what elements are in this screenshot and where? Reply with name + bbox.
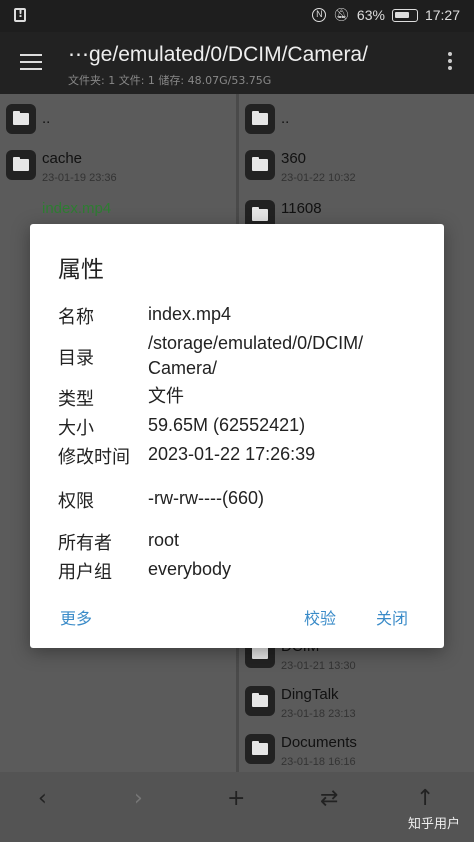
file-name: index.mp4 [42, 200, 112, 217]
file-date: 23-01-19 23:36 [42, 172, 117, 184]
file-date: 23-01-18 16:16 [281, 756, 356, 768]
battery-percent: 63% [356, 7, 385, 23]
watermark: 知乎用户 [407, 817, 460, 832]
status-bar: N 🔕︎ 63% 17:27 [0, 0, 474, 32]
prop-label-type: 类型 [58, 389, 94, 410]
prop-label-size: 大小 [58, 418, 94, 439]
folder-icon [245, 686, 275, 716]
nfc-icon: N [312, 8, 327, 22]
battery-icon [391, 8, 418, 22]
file-date: 23-01-22 10:32 [281, 172, 356, 184]
list-item[interactable]: DingTalk 23-01-18 23:13 [239, 682, 474, 732]
prop-value-dir: /storage/emulated/0/DCIM/ [148, 333, 364, 353]
prop-label-dir: 目录 [58, 348, 94, 369]
sim-alert-icon [14, 7, 26, 22]
file-name: 360 [281, 150, 307, 167]
file-name: .. [42, 110, 51, 127]
file-name: DingTalk [281, 686, 339, 703]
prop-value-size: 59.65M (62552421) [148, 415, 306, 435]
prop-value-type: 文件 [148, 386, 184, 406]
swap-panes-icon[interactable]: ⇄ [320, 786, 338, 811]
prop-value-mtime: 2023-01-22 17:26:39 [148, 444, 316, 464]
storage-info: 文件夹: 1 文件: 1 储存: 48.07G/53.75G [68, 74, 272, 87]
parent-folder-icon[interactable]: ↑ [416, 786, 434, 811]
mute-bell-icon: 🔕︎ [333, 7, 350, 22]
properties-dialog: 属性 名称 index.mp4 目录 /storage/emulated/0/D… [30, 224, 444, 648]
prop-value-owner: root [148, 530, 180, 550]
prop-value-dir-cont: Camera/ [148, 358, 218, 378]
add-icon[interactable]: + [227, 786, 245, 811]
file-name: cache [42, 150, 83, 167]
file-name: Documents [281, 734, 357, 751]
folder-icon [6, 150, 36, 180]
prop-label-owner: 所有者 [58, 533, 112, 554]
more-button[interactable]: 更多 [60, 605, 92, 629]
hamburger-menu-icon[interactable] [20, 54, 42, 70]
file-date: 23-01-18 23:13 [281, 708, 356, 720]
close-button[interactable]: 关闭 [376, 605, 408, 629]
prop-value-group: everybody [148, 559, 232, 579]
bottom-nav: ‹ › + ⇄ ↑ 知乎用户 [0, 772, 474, 842]
prop-label-name: 名称 [58, 307, 94, 328]
verify-button[interactable]: 校验 [304, 605, 336, 629]
folder-icon [6, 104, 36, 134]
prop-value-perm: -rw-rw----(660) [148, 488, 264, 508]
list-item[interactable]: cache 23-01-19 23:36 [0, 146, 236, 196]
file-name: .. [281, 110, 290, 127]
more-options-icon[interactable] [448, 52, 452, 73]
folder-icon [245, 150, 275, 180]
dialog-title: 属性 [58, 257, 104, 283]
prop-label-mtime: 修改时间 [58, 447, 130, 468]
prop-label-group: 用户组 [58, 562, 112, 583]
forward-icon[interactable]: › [134, 786, 143, 811]
folder-icon [245, 104, 275, 134]
prop-value-name: index.mp4 [148, 304, 232, 324]
list-item[interactable]: .. [0, 100, 236, 150]
prop-label-perm: 权限 [58, 491, 94, 512]
status-right: N 🔕︎ 63% 17:27 [312, 7, 460, 23]
folder-icon [245, 734, 275, 764]
list-item[interactable]: Documents 23-01-18 16:16 [239, 730, 474, 772]
clock: 17:27 [424, 7, 460, 23]
path-title: ⋯ge/emulated/0/DCIM/Camera/ [68, 43, 368, 66]
file-name: 11608 [281, 200, 322, 217]
list-item[interactable]: 360 23-01-22 10:32 [239, 146, 474, 196]
file-date: 23-01-21 13:30 [281, 660, 356, 672]
toolbar: ⋯ge/emulated/0/DCIM/Camera/ 文件夹: 1 文件: 1… [0, 32, 474, 94]
back-icon[interactable]: ‹ [38, 786, 47, 811]
list-item[interactable]: .. [239, 100, 474, 150]
